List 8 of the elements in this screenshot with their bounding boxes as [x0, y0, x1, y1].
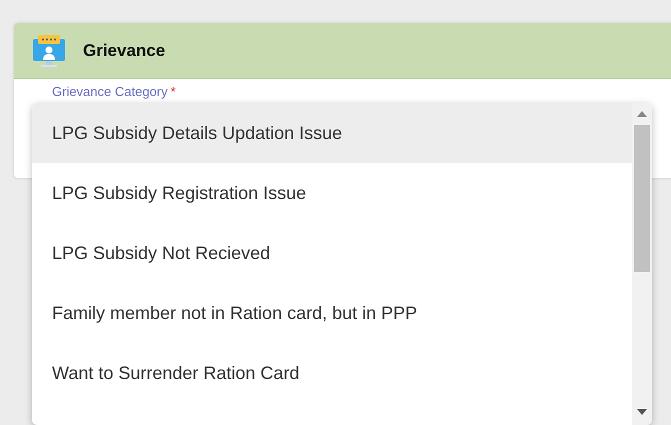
dropdown-option[interactable]: LPG Subsidy Details Updation Issue [32, 103, 632, 163]
scroll-thumb[interactable] [634, 125, 650, 272]
monitor-person-icon [32, 34, 66, 68]
scroll-down-icon[interactable] [637, 409, 647, 415]
scroll-up-icon[interactable] [637, 111, 647, 117]
panel-title: Grievance [83, 40, 166, 60]
field-label: Grievance Category * [52, 84, 176, 99]
scrollbar[interactable] [632, 103, 652, 425]
